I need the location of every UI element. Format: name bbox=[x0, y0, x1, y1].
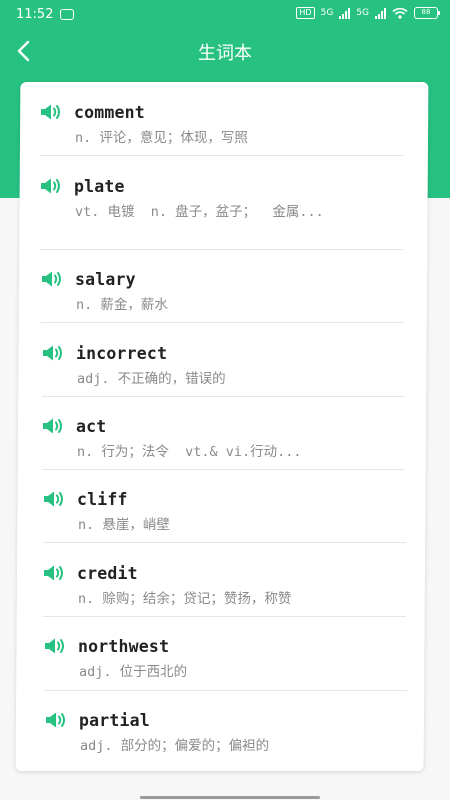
wifi-icon bbox=[392, 7, 408, 19]
battery-icon: 88 bbox=[414, 7, 440, 19]
signal-a-icon bbox=[339, 7, 351, 19]
list-divider bbox=[42, 469, 405, 470]
word-meaning: adj. 部分的；偏爱的；偏袒的 bbox=[80, 738, 270, 754]
list-divider bbox=[40, 249, 403, 250]
word-text: incorrect bbox=[76, 343, 168, 363]
word-row: act bbox=[42, 414, 405, 438]
word-meaning: n. 行为；法令 vt.& vi.行动... bbox=[77, 444, 302, 460]
home-indicator[interactable] bbox=[140, 796, 320, 799]
word-item[interactable]: incorrect adj. 不正确的，错误的 bbox=[42, 341, 405, 390]
word-item[interactable]: partial adj. 部分的；偏爱的；偏袒的 bbox=[45, 708, 408, 757]
word-row: salary bbox=[41, 267, 404, 291]
word-row: northwest bbox=[44, 634, 407, 658]
battery-level: 88 bbox=[421, 8, 431, 16]
message-notification-icon bbox=[60, 9, 74, 20]
word-text: comment bbox=[74, 102, 145, 122]
word-row: plate bbox=[40, 174, 403, 198]
speaker-icon[interactable] bbox=[42, 417, 64, 435]
word-meaning: n. 薪金，薪水 bbox=[76, 297, 168, 313]
status-bar: 11:52 HD 5G 5G 88 bbox=[0, 0, 450, 30]
page-title: 生词本 bbox=[198, 43, 252, 64]
word-meaning: vt. 电镀 n. 盘子，盆子； 金属... bbox=[75, 204, 324, 220]
word-text: salary bbox=[75, 269, 136, 289]
list-divider bbox=[44, 690, 407, 691]
word-item[interactable]: plate vt. 电镀 n. 盘子，盆子； 金属... bbox=[40, 174, 403, 223]
list-divider bbox=[41, 322, 404, 323]
word-meaning: adj. 位于西北的 bbox=[79, 664, 188, 680]
speaker-icon[interactable] bbox=[43, 490, 65, 508]
word-meaning: n. 评论，意见；体现，写照 bbox=[75, 130, 248, 146]
word-row: incorrect bbox=[42, 341, 405, 365]
speaker-icon[interactable] bbox=[43, 564, 65, 582]
status-icons: HD 5G 5G 88 bbox=[296, 7, 440, 19]
word-meaning: n. 悬崖，峭壁 bbox=[78, 517, 170, 533]
status-time: 11:52 bbox=[16, 7, 54, 22]
word-text: plate bbox=[74, 176, 125, 196]
word-text: cliff bbox=[77, 489, 128, 509]
speaker-icon[interactable] bbox=[40, 103, 62, 121]
speaker-icon[interactable] bbox=[44, 637, 66, 655]
word-item[interactable]: cliff n. 悬崖，峭壁 bbox=[43, 487, 406, 536]
list-divider bbox=[40, 155, 403, 156]
signal-b-icon bbox=[375, 7, 386, 19]
word-item[interactable]: credit n. 赊购；结余；贷记；赞扬，称赞 bbox=[43, 561, 406, 610]
word-item[interactable]: northwest adj. 位于西北的 bbox=[44, 634, 407, 683]
word-text: credit bbox=[77, 563, 138, 583]
nav-bar: 生词本 bbox=[0, 30, 450, 72]
network-label-b: 5G bbox=[356, 8, 369, 18]
word-text: partial bbox=[79, 710, 150, 730]
list-divider bbox=[43, 616, 406, 617]
word-row: cliff bbox=[43, 487, 406, 511]
speaker-icon[interactable] bbox=[45, 711, 67, 729]
word-text: act bbox=[76, 416, 107, 436]
word-row: credit bbox=[43, 561, 406, 585]
word-meaning: n. 赊购；结余；贷记；赞扬，称赞 bbox=[78, 591, 292, 607]
word-row: partial bbox=[45, 708, 408, 732]
network-label-a: 5G bbox=[320, 8, 334, 18]
speaker-icon[interactable] bbox=[40, 177, 62, 195]
list-divider bbox=[43, 542, 406, 543]
word-meaning: adj. 不正确的，错误的 bbox=[77, 371, 226, 387]
speaker-icon[interactable] bbox=[42, 344, 64, 362]
word-item[interactable]: salary n. 薪金，薪水 bbox=[41, 267, 404, 316]
word-item[interactable]: comment n. 评论，意见；体现，写照 bbox=[40, 100, 403, 149]
word-text: northwest bbox=[78, 636, 170, 656]
list-divider bbox=[42, 396, 405, 397]
word-item[interactable]: act n. 行为；法令 vt.& vi.行动... bbox=[42, 414, 405, 463]
hd-voice-icon: HD bbox=[296, 7, 315, 19]
speaker-icon[interactable] bbox=[41, 270, 63, 288]
word-row: comment bbox=[40, 100, 403, 124]
